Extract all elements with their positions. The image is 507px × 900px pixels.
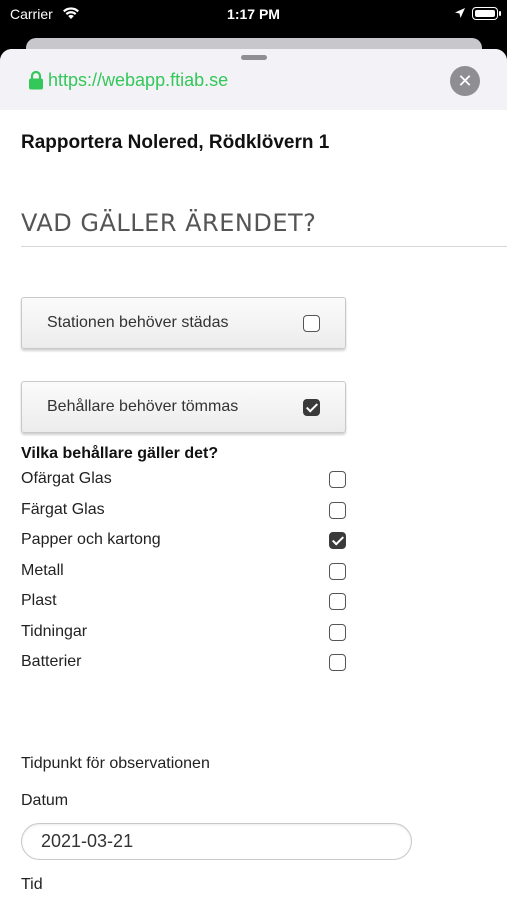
time-label: Tid <box>21 876 43 893</box>
container-label: Metall <box>21 561 64 579</box>
option-checkbox[interactable] <box>303 399 320 416</box>
option-label: Behållare behöver tömmas <box>47 398 239 415</box>
option-station-clean-button[interactable]: Stationen behöver städas <box>21 297 346 349</box>
status-time: 1:17 PM <box>227 6 280 22</box>
option-label: Stationen behöver städas <box>47 314 229 331</box>
container-checkbox[interactable] <box>329 654 346 671</box>
container-checkbox[interactable] <box>329 471 346 488</box>
status-bar: Carrier 1:17 PM <box>0 0 507 30</box>
container-list: Ofärgat Glas Färgat Glas Papper och kart… <box>21 468 351 682</box>
date-label: Datum <box>21 792 69 809</box>
container-checkbox[interactable] <box>329 593 346 610</box>
date-field[interactable] <box>21 823 412 860</box>
battery-icon <box>472 7 501 20</box>
lock-icon <box>29 70 43 90</box>
list-item[interactable]: Ofärgat Glas <box>21 468 351 499</box>
browser-sheet: https://webapp.ftiab.se ✕ Rapportera Nol… <box>0 49 507 900</box>
list-item[interactable]: Färgat Glas <box>21 499 351 530</box>
list-item[interactable]: Papper och kartong <box>21 529 351 560</box>
option-checkbox[interactable] <box>303 315 320 332</box>
container-checkbox[interactable] <box>329 532 346 549</box>
sheet-grabber[interactable] <box>241 55 267 60</box>
container-label: Papper och kartong <box>21 531 161 548</box>
option-empty-container-button[interactable]: Behållare behöver tömmas <box>21 381 346 433</box>
container-label: Färgat Glas <box>21 500 105 518</box>
list-item[interactable]: Tidningar <box>21 621 351 652</box>
container-label: Tidningar <box>21 622 88 640</box>
list-item[interactable]: Plast <box>21 590 351 621</box>
page-title: Rapportera Nolered, Rödklövern 1 <box>21 132 330 153</box>
location-icon <box>455 8 465 18</box>
observation-label: Tidpunkt för observationen <box>21 755 210 772</box>
container-label: Ofärgat Glas <box>21 470 112 487</box>
close-button[interactable]: ✕ <box>450 66 480 96</box>
container-label: Batterier <box>21 653 82 670</box>
list-item[interactable]: Batterier <box>21 651 351 682</box>
url-text[interactable]: https://webapp.ftiab.se <box>48 70 228 91</box>
container-checkbox[interactable] <box>329 562 346 580</box>
container-label: Plast <box>21 592 57 609</box>
section-heading: VAD GÄLLER ÄRENDET? <box>21 209 317 237</box>
browser-header: https://webapp.ftiab.se ✕ <box>0 49 507 110</box>
container-checkbox[interactable] <box>329 501 346 519</box>
section-divider <box>21 246 507 247</box>
container-checkbox[interactable] <box>329 623 346 641</box>
list-item[interactable]: Metall <box>21 560 351 591</box>
container-question: Vilka behållare gäller det? <box>21 445 219 462</box>
